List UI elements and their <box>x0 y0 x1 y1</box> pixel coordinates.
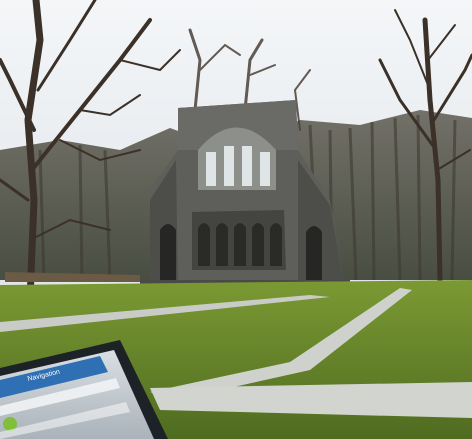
photo-canvas: Navigation <box>0 0 472 439</box>
photo-scene: Navigation <box>0 0 472 439</box>
